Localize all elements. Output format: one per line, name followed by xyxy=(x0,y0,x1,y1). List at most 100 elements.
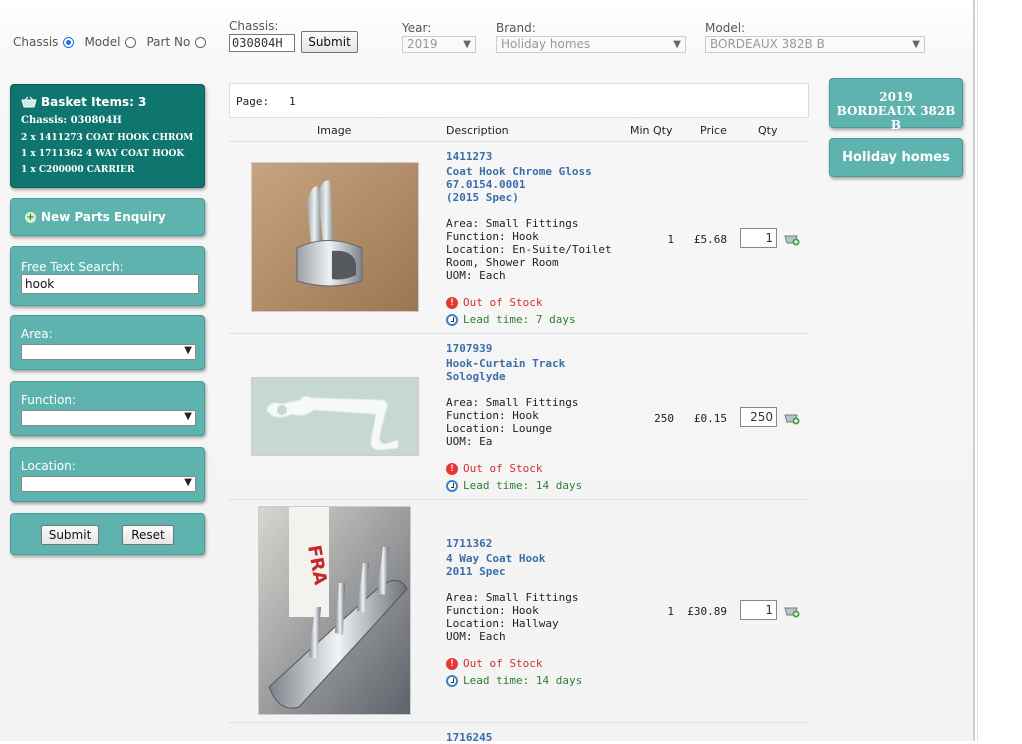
page-number: 1 xyxy=(289,95,296,108)
add-to-basket-icon[interactable] xyxy=(784,232,800,246)
product-name[interactable]: Hook-Curtain Track Sologlyde xyxy=(446,357,565,383)
chevron-down-icon: ▼ xyxy=(184,345,192,356)
product-location-cont: Room, Shower Room xyxy=(446,256,559,269)
alert-icon: ! xyxy=(446,296,458,309)
plus-icon: + xyxy=(25,211,36,223)
product-code[interactable]: 1707939 xyxy=(446,342,492,355)
qty-input[interactable]: 1 xyxy=(740,228,777,248)
right-border-inner xyxy=(977,0,978,741)
min-qty: 250 xyxy=(654,412,674,425)
curtain-hook-image xyxy=(252,378,418,455)
basket-title: Basket Items: 3 xyxy=(41,95,147,109)
new-parts-enquiry-button[interactable]: + New Parts Enquiry xyxy=(10,198,205,236)
clock-icon xyxy=(446,479,458,492)
brand-label: Brand: xyxy=(496,21,536,35)
product-image[interactable] xyxy=(251,377,419,456)
year-label: Year: xyxy=(402,21,432,35)
chevron-down-icon: ▼ xyxy=(184,411,192,422)
new-parts-enquiry-row: + New Parts Enquiry xyxy=(25,210,166,224)
chassis-submit-button[interactable]: Submit xyxy=(301,31,358,53)
selected-brand-box[interactable]: Holiday homes xyxy=(829,138,963,177)
qty-input[interactable]: 1 xyxy=(740,600,777,620)
alert-icon: ! xyxy=(446,657,458,670)
radio-partno[interactable] xyxy=(195,36,207,48)
filter-reset-button[interactable]: Reset xyxy=(122,525,174,545)
function-select[interactable]: ▼ xyxy=(21,410,196,426)
year-select[interactable]: 2019 ▼ xyxy=(402,36,476,53)
basket-icon xyxy=(21,96,37,108)
lead-time-text: Lead time: 7 days xyxy=(463,313,576,326)
table-row: 1411273 Coat Hook Chrome Gloss 67.0154.0… xyxy=(229,141,809,334)
coat-hook-image xyxy=(252,163,418,311)
product-code[interactable]: 1716245 xyxy=(446,731,492,744)
basket-panel[interactable]: Basket Items: 3 Chassis: 030804H 2 x 141… xyxy=(10,84,205,188)
product-uom: UOM: Ea xyxy=(446,435,493,448)
price: £0.15 xyxy=(693,412,727,425)
header-description: Description xyxy=(446,124,509,137)
chassis-input[interactable]: 030804H xyxy=(229,34,295,52)
year-value: 2019 xyxy=(407,37,438,51)
lead-time: Lead time: 7 days xyxy=(446,313,576,326)
stock-status-text: Out of Stock xyxy=(463,296,543,309)
page-label: Page: xyxy=(236,95,270,108)
lead-time: Lead time: 14 days xyxy=(446,674,582,687)
product-location: Location: En-Suite/Toilet xyxy=(446,243,612,256)
chevron-down-icon: ▼ xyxy=(184,477,192,488)
product-image[interactable] xyxy=(251,162,419,312)
location-panel: Location: ▼ xyxy=(10,447,205,502)
page-indicator: Page: 1 xyxy=(236,95,296,108)
basket-line: 2 x 1411273 COAT HOOK CHROM xyxy=(21,133,194,143)
clock-icon xyxy=(446,313,458,326)
filter-submit-button[interactable]: Submit xyxy=(41,525,99,545)
product-name[interactable]: 4 Way Coat Hook 2011 Spec xyxy=(446,552,545,578)
price: £5.68 xyxy=(693,233,727,246)
brand-value: Holiday homes xyxy=(501,37,591,51)
free-text-search-panel: Free Text Search: hook xyxy=(10,246,205,306)
selected-model: BORDEAUX 382B B xyxy=(836,104,956,132)
qty-input[interactable]: 250 xyxy=(740,407,777,427)
product-function: Function: Hook xyxy=(446,604,539,617)
location-select[interactable]: ▼ xyxy=(21,476,196,492)
lead-time-text: Lead time: 14 days xyxy=(463,674,583,687)
radio-model[interactable] xyxy=(125,36,137,48)
four-way-coat-hook-image: FRA xyxy=(259,507,410,714)
chassis-label: Chassis: xyxy=(229,19,279,33)
basket-line: 1 x C200000 CARRIER xyxy=(21,165,135,175)
price: £30.89 xyxy=(687,605,727,618)
model-label: Model: xyxy=(705,21,746,35)
function-panel: Function: ▼ xyxy=(10,381,205,436)
radio-model-label: Model xyxy=(84,35,121,49)
add-to-basket-icon[interactable] xyxy=(784,604,800,618)
selected-vehicle-box[interactable]: 2019 BORDEAUX 382B B xyxy=(829,78,963,132)
area-label: Area: xyxy=(21,327,53,341)
new-parts-enquiry-label: New Parts Enquiry xyxy=(41,210,166,224)
chevron-down-icon: ▼ xyxy=(463,39,471,50)
product-uom: UOM: Each xyxy=(446,630,506,643)
radio-chassis[interactable] xyxy=(63,36,75,48)
location-label: Location: xyxy=(21,459,76,473)
product-function: Function: Hook xyxy=(446,230,539,243)
add-to-basket-icon[interactable] xyxy=(784,411,800,425)
selected-brand: Holiday homes xyxy=(842,150,950,165)
header-qty: Qty xyxy=(758,124,778,137)
chevron-down-icon: ▼ xyxy=(912,39,920,50)
product-name[interactable]: Coat Hook Chrome Gloss 67.0154.0001 (201… xyxy=(446,165,592,204)
min-qty: 1 xyxy=(667,233,674,246)
right-border xyxy=(973,0,975,741)
filter-actions-panel: Submit Reset xyxy=(10,513,205,555)
product-area: Area: Small Fittings xyxy=(446,217,579,230)
product-code[interactable]: 1411273 xyxy=(446,150,492,163)
product-image[interactable]: FRA xyxy=(258,506,411,715)
product-code[interactable]: 1711362 xyxy=(446,537,492,550)
product-area: Area: Small Fittings xyxy=(446,396,579,409)
product-location: Location: Hallway xyxy=(446,617,559,630)
lead-time-text: Lead time: 14 days xyxy=(463,479,583,492)
search-mode-radios: Chassis Model Part No xyxy=(13,35,216,49)
brand-select[interactable]: Holiday homes ▼ xyxy=(496,36,686,53)
model-select[interactable]: BORDEAUX 382B B ▼ xyxy=(705,36,925,53)
free-text-search-input[interactable]: hook xyxy=(21,274,199,294)
model-value: BORDEAUX 382B B xyxy=(710,37,825,51)
area-select[interactable]: ▼ xyxy=(21,344,196,360)
header-min-qty: Min Qty xyxy=(630,124,673,137)
product-function: Function: Hook xyxy=(446,409,539,422)
